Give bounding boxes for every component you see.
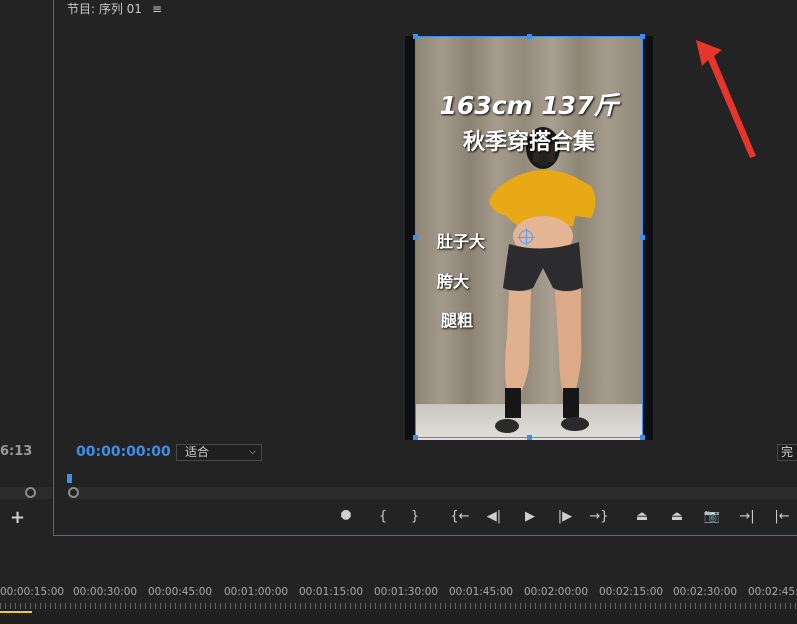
program-monitor: 节目: 序列 01 ≡ 163cm 137斤 秋季穿搭合集 肚子大 胯大 腿粗 … — [53, 0, 797, 536]
extract-icon[interactable]: ⏏ — [666, 506, 688, 528]
video-viewer[interactable]: 163cm 137斤 秋季穿搭合集 肚子大 胯大 腿粗 — [405, 34, 653, 440]
program-tab[interactable]: 节目: 序列 01 ≡ — [67, 0, 162, 17]
handle-top[interactable] — [527, 34, 532, 39]
export-frame-icon[interactable]: 📷 — [701, 506, 723, 528]
ruler-label: 00:01:00:00 — [224, 586, 289, 598]
playhead-timecode[interactable]: 00:00:00:00 — [76, 444, 171, 460]
ruler-label: 00:00:15:00 — [0, 586, 65, 598]
source-scrub-handle[interactable] — [25, 487, 36, 498]
play-icon[interactable]: ▶ — [519, 506, 541, 528]
playhead-marker[interactable] — [67, 474, 72, 483]
zoom-scroll-handle[interactable] — [68, 487, 79, 498]
handle-bottom-left[interactable] — [413, 435, 418, 440]
program-scrub-track[interactable] — [68, 487, 797, 499]
panel-menu-icon[interactable]: ≡ — [152, 2, 162, 16]
add-marker-icon[interactable]: ⯃ — [335, 506, 357, 528]
handle-right[interactable] — [640, 235, 645, 240]
transform-bounding-box[interactable] — [413, 34, 645, 440]
insert-icon[interactable]: →| — [736, 506, 758, 528]
handle-top-right[interactable] — [640, 34, 645, 39]
premiere-window: 6:13 + 节目: 序列 01 ≡ 163cm 137斤 秋季穿搭合集 肚子大… — [0, 0, 797, 624]
chevron-down-icon: ⌵ — [249, 447, 256, 457]
mark-out-icon[interactable]: } — [404, 506, 426, 528]
step-forward-icon[interactable]: |▶ — [554, 506, 576, 528]
fit-dropdown[interactable]: 适合 ⌵ — [176, 444, 262, 461]
ruler-label: 00:01:15:00 — [299, 586, 364, 598]
transport-controls: ⯃ { } {← ◀| ▶ |▶ →} ⏏ ⏏ 📷 →| |← — [54, 506, 797, 528]
quality-value: 完整 — [781, 445, 794, 459]
ruler-label: 00:02:15:00 — [599, 586, 664, 598]
fit-value: 适合 — [185, 445, 210, 459]
work-area-bar[interactable] — [0, 611, 32, 613]
ruler-label: 00:00:45:00 — [148, 586, 213, 598]
source-panel: 6:13 + — [0, 0, 52, 536]
timeline-panel: 00:00:15:00 00:00:30:00 00:00:45:00 00:0… — [0, 537, 797, 624]
step-back-icon[interactable]: ◀| — [483, 506, 505, 528]
lift-icon[interactable]: ⏏ — [631, 506, 653, 528]
go-to-out-icon[interactable]: →} — [588, 506, 610, 528]
ruler-label: 00:01:45:00 — [449, 586, 514, 598]
go-to-in-icon[interactable]: {← — [449, 506, 471, 528]
program-title: 节目: 序列 01 — [67, 2, 142, 16]
handle-bottom-right[interactable] — [640, 435, 645, 440]
ruler-label: 00:02:45:00 — [748, 586, 797, 598]
overwrite-icon[interactable]: |← — [771, 506, 793, 528]
time-ruler-strip[interactable] — [0, 609, 797, 624]
ruler-label: 00:01:30:00 — [374, 586, 439, 598]
add-button[interactable]: + — [10, 507, 25, 528]
handle-left[interactable] — [413, 235, 418, 240]
quality-dropdown[interactable]: 完整 — [777, 444, 797, 461]
handle-top-left[interactable] — [413, 34, 418, 39]
red-arrow-icon — [696, 40, 756, 158]
ruler-label: 00:02:30:00 — [673, 586, 738, 598]
source-timecode[interactable]: 6:13 — [0, 444, 32, 459]
handle-bottom[interactable] — [527, 435, 532, 440]
ruler-label: 00:02:00:00 — [524, 586, 589, 598]
mark-in-icon[interactable]: { — [372, 506, 394, 528]
ruler-label: 00:00:30:00 — [73, 586, 138, 598]
